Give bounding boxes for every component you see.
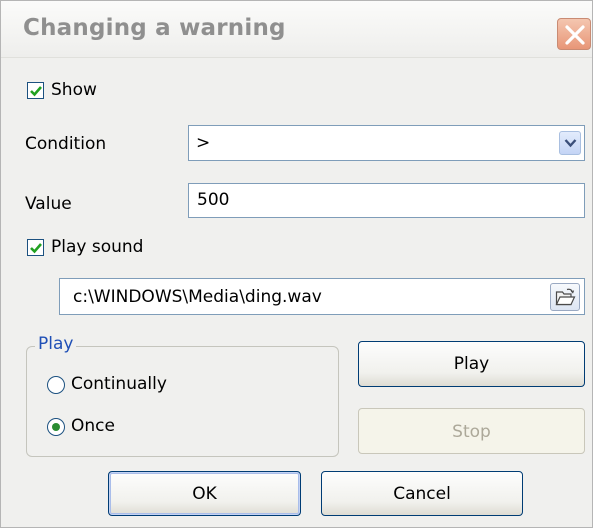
- checkmark-icon: [30, 86, 42, 97]
- close-button[interactable]: [557, 18, 591, 50]
- show-checkbox[interactable]: [27, 82, 44, 99]
- title-bar[interactable]: Changing a warning: [1, 1, 592, 58]
- browse-button[interactable]: [550, 283, 580, 311]
- continually-label[interactable]: Continually: [71, 374, 167, 394]
- radio-selected-dot: [52, 423, 60, 431]
- chevron-down-icon: [564, 139, 577, 148]
- play-group: [26, 346, 339, 457]
- condition-select[interactable]: >: [188, 125, 585, 161]
- condition-dropdown-button[interactable]: [559, 131, 581, 155]
- open-folder-icon: [555, 288, 576, 306]
- dialog-title: Changing a warning: [23, 15, 286, 41]
- show-label[interactable]: Show: [51, 80, 97, 100]
- sound-file-path: c:\WINDOWS\Media\ding.wav: [73, 287, 322, 307]
- condition-label: Condition: [25, 134, 107, 154]
- play-sound-label[interactable]: Play sound: [51, 237, 143, 257]
- play-button[interactable]: Play: [358, 341, 585, 387]
- play-group-legend: Play: [35, 334, 77, 354]
- value-input[interactable]: 500: [188, 183, 585, 218]
- cancel-button[interactable]: Cancel: [321, 471, 523, 516]
- continually-radio[interactable]: [47, 376, 65, 394]
- value-label: Value: [25, 194, 72, 214]
- cancel-button-label: Cancel: [393, 484, 451, 504]
- warning-dialog: Changing a warning Show Condition > Valu…: [0, 0, 593, 528]
- stop-button-label: Stop: [452, 422, 491, 442]
- once-radio[interactable]: [47, 418, 65, 436]
- condition-value: >: [196, 133, 211, 153]
- play-button-label: Play: [453, 354, 490, 374]
- ok-button[interactable]: OK: [108, 471, 301, 516]
- play-sound-checkbox[interactable]: [27, 239, 44, 256]
- ok-button-label: OK: [192, 484, 217, 504]
- stop-button[interactable]: Stop: [358, 408, 585, 454]
- sound-file-input[interactable]: c:\WINDOWS\Media\ding.wav: [59, 278, 585, 315]
- once-label[interactable]: Once: [71, 416, 115, 436]
- value-text: 500: [197, 190, 230, 210]
- close-x-icon: [565, 25, 585, 45]
- checkmark-icon: [30, 243, 42, 254]
